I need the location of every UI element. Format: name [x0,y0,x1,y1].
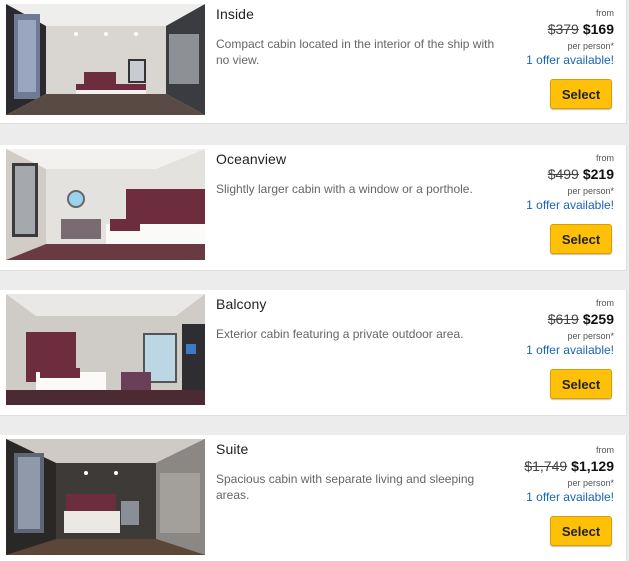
select-button[interactable]: Select [550,224,612,254]
cabin-card-suite: Suite Spacious cabin with separate livin… [0,435,627,561]
current-price: $259 [582,311,614,327]
cabin-photo-suite[interactable] [6,439,205,555]
price-row: $379 $169 [548,21,614,37]
per-person-label: per person* [567,41,614,51]
price-row: $1,749 $1,129 [524,458,614,474]
cabin-photo-oceanview[interactable] [6,149,205,260]
cabin-card-inside: Inside Compact cabin located in the inte… [0,0,627,124]
old-price: $499 [547,166,579,182]
cabin-description: Compact cabin located in the interior of… [216,37,495,67]
cabin-card-balcony: Balcony Exterior cabin featuring a priva… [0,290,627,416]
from-label: from [596,298,614,308]
price-row: $619 $259 [548,311,614,327]
offer-link[interactable]: 1 offer available! [526,490,614,504]
select-button[interactable]: Select [550,369,612,399]
old-price: $379 [547,21,579,37]
old-price: $1,749 [524,458,568,474]
cabin-description: Spacious cabin with separate living and … [216,472,475,502]
offer-link[interactable]: 1 offer available! [526,198,614,212]
cabin-photo-inside[interactable] [6,4,205,115]
cabin-title: Oceanview [216,151,287,167]
current-price: $1,129 [571,458,614,474]
from-label: from [596,8,614,18]
cabin-card-oceanview: Oceanview Slightly larger cabin with a w… [0,145,627,271]
cabin-title: Suite [216,441,249,457]
per-person-label: per person* [567,331,614,341]
from-label: from [596,153,614,163]
per-person-label: per person* [567,186,614,196]
current-price: $169 [582,21,614,37]
cabin-photo-balcony[interactable] [6,294,205,405]
cabin-description: Slightly larger cabin with a window or a… [216,182,473,196]
current-price: $219 [582,166,614,182]
select-button[interactable]: Select [550,516,612,546]
offer-link[interactable]: 1 offer available! [526,343,614,357]
offer-link[interactable]: 1 offer available! [526,53,614,67]
price-row: $499 $219 [548,166,614,182]
cabin-description: Exterior cabin featuring a private outdo… [216,327,464,341]
from-label: from [596,445,614,455]
cabin-title: Balcony [216,296,267,312]
old-price: $619 [547,311,579,327]
select-button[interactable]: Select [550,79,612,109]
per-person-label: per person* [567,478,614,488]
cabin-title: Inside [216,6,254,22]
